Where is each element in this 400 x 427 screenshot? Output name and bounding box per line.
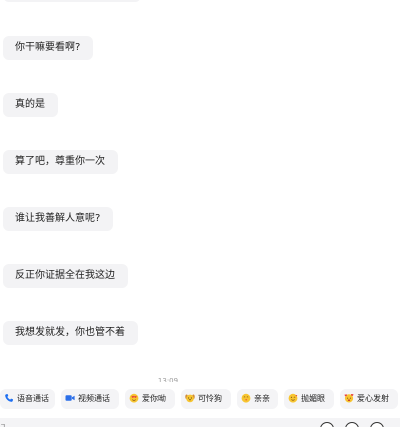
video-call-label: 视频通话 [78,394,110,403]
emoji-button[interactable] [345,422,359,427]
voice-input-button[interactable] [320,422,334,427]
message-bubble[interactable]: 算了吧，尊重你一次 [3,150,118,174]
message-text: 我想发就发，你也管不着 [15,327,125,338]
message-bubble[interactable]: 反正你证据全在我这边 [3,264,128,288]
message-text: 谁让我善解人意呢? [15,213,101,224]
chat-screen: 你干嘛要看啊? 真的是 算了吧，尊重你一次 谁让我善解人意呢? 反正你证据全在我… [0,0,400,427]
pitiful-dog-chip[interactable]: 可怜狗 [181,389,231,409]
heart-eyes-emoji-icon [129,393,139,403]
kiss-chip[interactable]: 亲亲 [237,389,278,409]
heart-launch-emoji-icon [344,394,354,403]
message-text: 你干嘛要看啊? [15,42,81,53]
wink-emoji-icon [288,393,298,403]
kiss-emoji-icon [241,393,251,403]
voice-call-label: 语音通话 [17,394,49,403]
message-bubble-partial[interactable] [3,0,141,2]
video-camera-icon [65,395,75,401]
message-text: 真的是 [15,99,45,110]
message-text: 反正你证据全在我这边 [15,270,115,281]
message-list[interactable]: 你干嘛要看啊? 真的是 算了吧，尊重你一次 谁让我善解人意呢? 反正你证据全在我… [0,0,400,382]
wink-label: 抛媚眼 [301,394,325,403]
voice-call-chip[interactable]: 语音通话 [0,389,55,409]
puppy-emoji-icon [185,394,195,403]
heart-launch-label: 爱心发射 [357,394,389,403]
message-bubble[interactable]: 真的是 [3,93,58,117]
message-bubble[interactable]: 我想发就发，你也管不着 [3,321,138,345]
timestamp: 13:09 [157,377,179,382]
message-bubble[interactable]: 谁让我善解人意呢? [3,207,114,231]
message-text: 算了吧，尊重你一次 [15,156,105,167]
message-bubble[interactable]: 你干嘛要看啊? [3,36,94,60]
love-you-chip[interactable]: 爱你呦 [125,389,175,409]
input-bar[interactable]: ㄱ [0,418,400,427]
wink-chip[interactable]: 抛媚眼 [284,389,334,409]
phone-icon [5,394,13,402]
quick-action-bar[interactable]: 语音通话 视频通话 爱你呦 可怜狗 亲亲 抛媚眼 爱心发射 [0,387,400,411]
love-you-label: 爱你呦 [142,394,166,403]
heart-launch-chip[interactable]: 爱心发射 [340,389,398,409]
more-options-button[interactable] [370,422,384,427]
video-call-chip[interactable]: 视频通话 [61,389,119,409]
kiss-label: 亲亲 [254,394,270,403]
pitiful-dog-label: 可怜狗 [198,394,222,403]
